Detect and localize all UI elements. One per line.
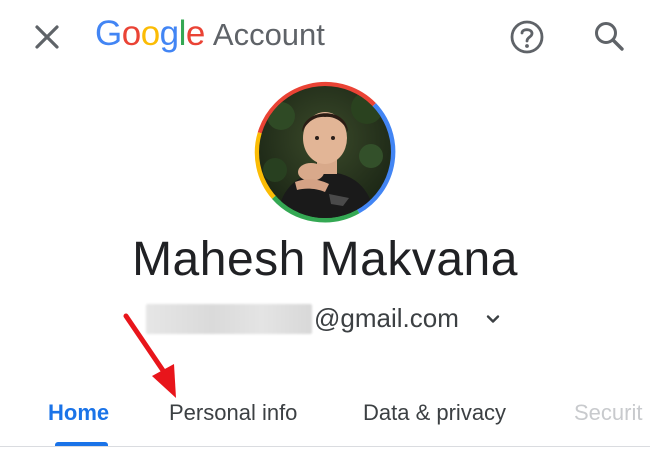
brand-product-label: Account	[212, 17, 325, 52]
profile-avatar[interactable]	[246, 73, 404, 231]
google-account-brand: Google Account	[95, 14, 325, 60]
google-logo-letter: o	[121, 14, 141, 53]
search-icon	[595, 22, 624, 51]
close-icon	[35, 25, 59, 49]
tab-personal-info[interactable]: Personal info	[169, 400, 297, 426]
tab-data-privacy[interactable]: Data & privacy	[363, 400, 506, 426]
account-holder-name: Mahesh Makvana	[132, 233, 518, 286]
chevron-down-icon[interactable]	[484, 310, 502, 328]
google-logo-letter: l	[178, 14, 187, 53]
tab-home[interactable]: Home	[48, 400, 109, 426]
google-logo-letter: e	[185, 14, 205, 53]
avatar-photo	[259, 86, 391, 218]
google-logo-letter: o	[140, 14, 160, 53]
top-app-bar: Google Account	[0, 0, 650, 76]
tab-security[interactable]: Securit	[574, 400, 642, 426]
help-button[interactable]	[508, 18, 546, 56]
account-email-selector[interactable]: @gmail.com	[146, 298, 526, 340]
help-circle-icon	[510, 20, 544, 54]
google-logo-letter: G	[95, 14, 122, 53]
email-domain: @gmail.com	[314, 303, 459, 333]
tabs-divider	[0, 446, 650, 447]
google-logo: Google	[95, 14, 205, 53]
search-button[interactable]	[590, 17, 628, 55]
close-button[interactable]	[30, 20, 64, 54]
google-logo-letter: g	[159, 14, 179, 53]
account-tabs: Home Personal info Data & privacy Securi…	[0, 380, 650, 453]
